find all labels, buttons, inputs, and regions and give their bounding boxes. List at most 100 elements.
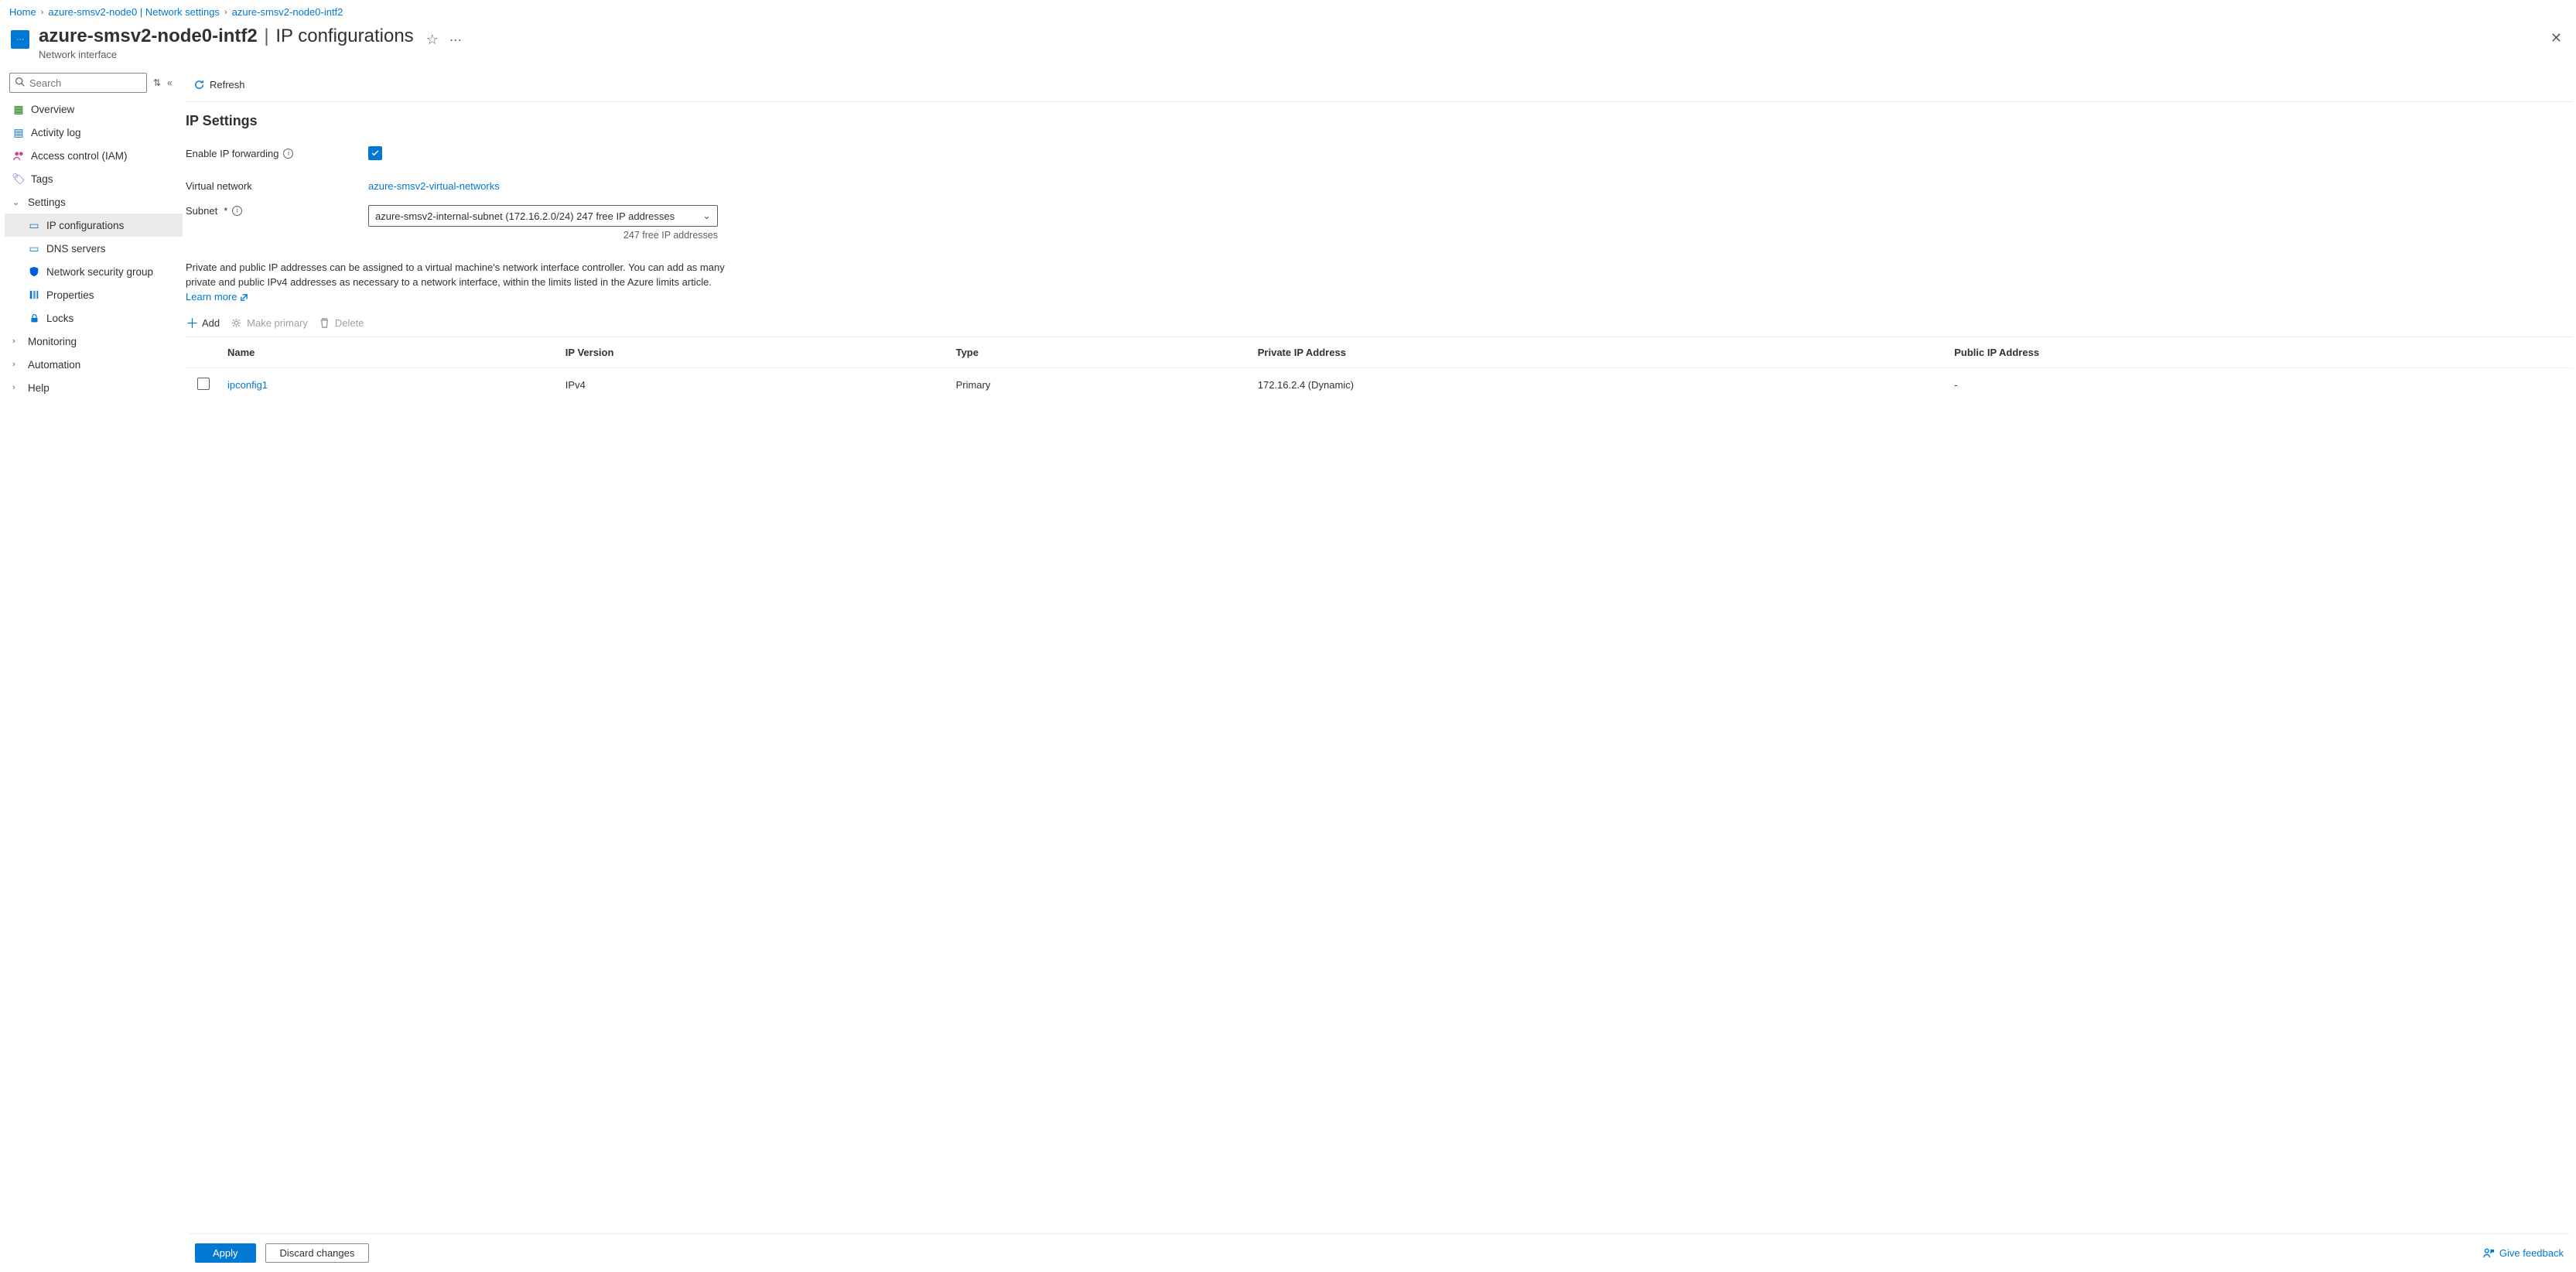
sidebar-item-properties[interactable]: Properties [5, 283, 183, 306]
cell-private-ip: 172.16.2.4 (Dynamic) [1252, 368, 1948, 402]
chevron-down-icon: ⌄ [702, 210, 711, 222]
network-interface-icon: ⋯ [11, 30, 29, 49]
sidebar-item-tags[interactable]: 🏷 Tags [5, 167, 183, 190]
cell-type: Primary [950, 368, 1252, 402]
table-row[interactable]: ipconfig1 IPv4 Primary 172.16.2.4 (Dynam… [186, 368, 2573, 402]
footer-bar: Apply Discard changes Give feedback [189, 1233, 2570, 1272]
access-control-icon [12, 149, 25, 162]
add-button[interactable]: ＋ Add [186, 317, 220, 329]
collapse-sidebar-icon[interactable]: « [167, 77, 173, 88]
sidebar-item-access-control[interactable]: Access control (IAM) [5, 144, 183, 167]
sidebar-item-nsg[interactable]: Network security group [5, 260, 183, 283]
sidebar-item-activity-log[interactable]: ▤ Activity log [5, 121, 183, 144]
col-name: Name [221, 337, 559, 368]
chevron-down-icon: ⌄ [12, 197, 22, 207]
sidebar-group-label: Settings [28, 197, 66, 208]
external-link-icon [240, 293, 248, 302]
row-checkbox[interactable] [197, 378, 210, 390]
shield-icon [28, 265, 40, 278]
gear-icon [231, 317, 242, 329]
page-section-label: IP configurations [275, 26, 413, 46]
ipconfig-name-link[interactable]: ipconfig1 [227, 379, 268, 391]
subnet-hint: 247 free IP addresses [368, 230, 718, 241]
info-icon[interactable]: i [283, 149, 293, 159]
breadcrumb-network-settings[interactable]: azure-smsv2-node0 | Network settings [48, 6, 220, 18]
give-feedback-link[interactable]: Give feedback [2483, 1247, 2564, 1259]
subnet-selected-value: azure-smsv2-internal-subnet (172.16.2.0/… [375, 210, 675, 222]
sidebar-item-label: Network security group [46, 266, 153, 278]
close-icon[interactable]: ✕ [2550, 30, 2562, 46]
virtual-network-label: Virtual network [186, 180, 368, 192]
resource-type-label: Network interface [39, 49, 414, 60]
info-icon[interactable]: i [232, 206, 242, 216]
add-label: Add [202, 317, 220, 329]
discard-button[interactable]: Discard changes [265, 1243, 370, 1263]
breadcrumb-interface[interactable]: azure-smsv2-node0-intf2 [232, 6, 343, 18]
sidebar-item-label: Locks [46, 313, 73, 324]
sidebar-group-automation[interactable]: › Automation [5, 353, 183, 376]
sidebar-item-ip-configurations[interactable]: ▭ IP configurations [5, 214, 183, 237]
ip-config-actions: ＋ Add Make primary Delete [186, 309, 2573, 337]
make-primary-button: Make primary [231, 317, 308, 329]
chevron-right-icon: › [12, 337, 22, 346]
more-actions-icon[interactable]: ⋯ [449, 32, 462, 48]
cell-ip-version: IPv4 [559, 368, 950, 402]
page-title: azure-smsv2-node0-intf2 | IP configurati… [39, 26, 414, 47]
sidebar-item-label: Overview [31, 104, 74, 115]
tags-icon: 🏷 [12, 173, 25, 185]
breadcrumb-home[interactable]: Home [9, 6, 36, 18]
expand-collapse-icon[interactable]: ⇅ [153, 77, 161, 88]
dns-icon: ▭ [28, 242, 40, 255]
ip-config-icon: ▭ [28, 219, 40, 231]
resource-name: azure-smsv2-node0-intf2 [39, 26, 258, 46]
col-ip-version: IP Version [559, 337, 950, 368]
subnet-select[interactable]: azure-smsv2-internal-subnet (172.16.2.0/… [368, 205, 718, 227]
sidebar-item-label: IP configurations [46, 220, 124, 231]
sidebar-group-monitoring[interactable]: › Monitoring [5, 330, 183, 353]
favorite-star-icon[interactable]: ☆ [426, 32, 439, 48]
main-content: Refresh IP Settings Enable IP forwarding… [183, 68, 2576, 1272]
sidebar-group-help[interactable]: › Help [5, 376, 183, 399]
learn-more-link[interactable]: Learn more [186, 291, 248, 303]
sidebar-item-dns-servers[interactable]: ▭ DNS servers [5, 237, 183, 260]
cell-public-ip: - [1948, 368, 2573, 402]
lock-icon [28, 312, 40, 324]
sidebar-group-label: Automation [28, 359, 80, 371]
chevron-right-icon: › [41, 8, 44, 17]
enable-ip-forwarding-label: Enable IP forwarding i [186, 148, 368, 159]
sidebar-item-locks[interactable]: Locks [5, 306, 183, 330]
subnet-label: Subnet* i [186, 205, 368, 217]
sidebar-item-overview[interactable]: ▦ Overview [5, 97, 183, 121]
sidebar-search[interactable] [9, 73, 147, 93]
activity-log-icon: ▤ [12, 126, 25, 138]
delete-button: Delete [319, 317, 364, 329]
properties-icon [28, 289, 40, 301]
sidebar-item-label: Properties [46, 289, 94, 301]
sidebar-item-label: DNS servers [46, 243, 106, 255]
overview-icon: ▦ [12, 103, 25, 115]
trash-icon [319, 317, 330, 329]
command-bar: Refresh [186, 68, 2573, 102]
virtual-network-link[interactable]: azure-smsv2-virtual-networks [368, 180, 500, 192]
refresh-label: Refresh [210, 79, 245, 91]
plus-icon: ＋ [186, 317, 197, 329]
section-title: IP Settings [186, 113, 2573, 129]
col-public-ip: Public IP Address [1948, 337, 2573, 368]
sidebar-group-settings[interactable]: ⌄ Settings [5, 190, 183, 214]
chevron-right-icon: › [12, 360, 22, 369]
enable-ip-forwarding-checkbox[interactable] [368, 146, 382, 160]
apply-button[interactable]: Apply [195, 1243, 256, 1263]
sidebar-group-label: Help [28, 382, 50, 394]
page-header: ⋯ azure-smsv2-node0-intf2 | IP configura… [0, 22, 2576, 68]
chevron-right-icon: › [12, 383, 22, 392]
breadcrumb: Home › azure-smsv2-node0 | Network setti… [0, 0, 2576, 22]
refresh-button[interactable]: Refresh [189, 76, 250, 94]
search-input[interactable] [29, 77, 142, 89]
sidebar-item-label: Access control (IAM) [31, 150, 128, 162]
make-primary-label: Make primary [247, 317, 308, 329]
sidebar-item-label: Tags [31, 173, 53, 185]
person-feedback-icon [2483, 1247, 2495, 1259]
sidebar: ⇅ « ▦ Overview ▤ Activity log Access con… [0, 68, 183, 1272]
description-text: Private and public IP addresses can be a… [186, 261, 727, 305]
sidebar-group-label: Monitoring [28, 336, 77, 347]
